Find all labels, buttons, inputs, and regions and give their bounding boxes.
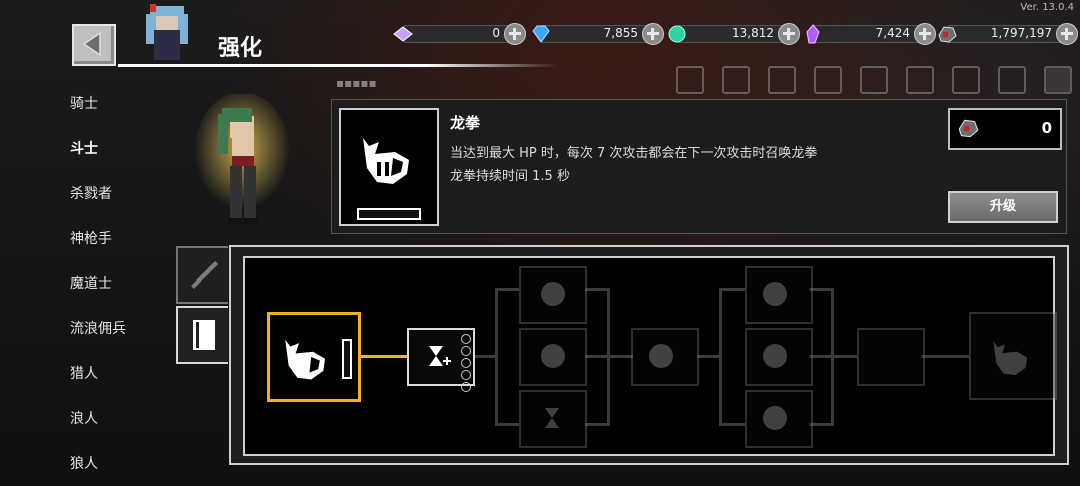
- sidebar-item-ronin[interactable]: 浪人: [70, 408, 98, 428]
- connector-line: [697, 355, 721, 358]
- page-title: 强化: [218, 36, 263, 61]
- skill-info-panel: 龙拳 当达到最大 HP 时，每次 7 次攻击都会在下一次攻击时召唤龙拳 龙拳持续…: [331, 99, 1067, 234]
- book-icon: [193, 320, 215, 350]
- back-arrow-icon: [82, 31, 101, 57]
- connector-line: [495, 423, 519, 426]
- connector-line: [719, 423, 745, 426]
- skill-description-line1: 当达到最大 HP 时，每次 7 次攻击都会在下一次攻击时召唤龙拳: [450, 146, 818, 161]
- skill-locked-icon: [541, 282, 565, 306]
- connector-line: [495, 288, 498, 426]
- ore-icon: [938, 26, 957, 43]
- sidebar-item-knight[interactable]: 骑士: [70, 93, 98, 113]
- sidebar-item-gunner[interactable]: 神枪手: [70, 228, 112, 248]
- connector-line: [473, 355, 497, 358]
- add-ticket-button[interactable]: [504, 23, 526, 45]
- sidebar-item-werewolf[interactable]: 狼人: [70, 453, 98, 473]
- sword-icon: [191, 261, 218, 289]
- connector-line: [361, 355, 407, 358]
- upgrade-cost-box: 0: [948, 108, 1062, 150]
- add-ore-button[interactable]: [1056, 23, 1078, 45]
- sidebar-item-fighter[interactable]: 斗士: [70, 138, 98, 158]
- skill-locked-icon: [649, 344, 673, 368]
- version-label: Ver. 13.0.4: [1020, 2, 1074, 13]
- currency-crystal: 7,424: [802, 23, 936, 45]
- connector-line: [585, 355, 633, 358]
- title-underline: [118, 64, 558, 67]
- sidebar-item-slayer[interactable]: 杀戮者: [70, 183, 112, 203]
- ore-icon: [958, 119, 979, 138]
- sidebar-item-mage[interactable]: 魔道士: [70, 273, 112, 293]
- upgrade-cost-value: 0: [1041, 119, 1052, 137]
- skill-node-locked[interactable]: [745, 266, 813, 324]
- upgrade-button[interactable]: 升级: [948, 191, 1058, 223]
- connector-line: [719, 288, 722, 426]
- skill-locked-icon: [763, 282, 787, 306]
- hourglass-plus-icon: [429, 346, 451, 366]
- skill-node-locked[interactable]: [519, 390, 587, 448]
- hero-portrait-icon: [146, 4, 188, 60]
- skill-preview: [339, 108, 439, 226]
- currency-diamond: 7,855: [530, 23, 664, 45]
- currency-ore: 1,797,197: [936, 23, 1078, 45]
- add-soul-orb-button[interactable]: [778, 23, 800, 45]
- skill-node-locked[interactable]: [519, 328, 587, 386]
- sidebar-item-mercenary[interactable]: 流浪佣兵: [70, 318, 126, 338]
- skill-title: 龙拳: [450, 114, 481, 132]
- hourglass-plus-plus-icon: [545, 408, 559, 428]
- skill-node-duration-plus[interactable]: [407, 328, 475, 392]
- skill-node-locked[interactable]: [519, 266, 587, 324]
- connector-line: [585, 288, 609, 291]
- ticket-icon: [393, 26, 413, 42]
- back-button[interactable]: [72, 24, 116, 66]
- currency-ticket: 0: [392, 23, 526, 45]
- connector-line: [585, 423, 609, 426]
- currency-soul-orb: 13,812: [666, 23, 800, 45]
- tab-skill-book[interactable]: [176, 306, 228, 364]
- dragon-fist-icon: [993, 341, 1028, 376]
- skill-tree-panel: [243, 256, 1057, 456]
- crystal-icon: [806, 24, 820, 44]
- skill-node-final-locked[interactable]: [969, 312, 1057, 400]
- sidebar-item-hunter[interactable]: 猎人: [70, 363, 98, 383]
- background-menu-icons: [676, 66, 1080, 100]
- connector-line: [495, 288, 519, 291]
- add-crystal-button[interactable]: [914, 23, 936, 45]
- skill-locked-icon: [763, 406, 787, 430]
- skill-node-locked[interactable]: [857, 328, 925, 386]
- soul-orb-icon: [668, 25, 686, 43]
- skill-locked-icon: [541, 344, 565, 368]
- connector-line: [809, 355, 857, 358]
- diamond-icon: [532, 25, 550, 43]
- connector-line: [719, 288, 745, 291]
- skill-description-line2: 龙拳持续时间 1.5 秒: [450, 169, 570, 184]
- connector-line: [921, 355, 969, 358]
- skill-node-locked[interactable]: [631, 328, 699, 386]
- dragon-fist-icon: [285, 339, 326, 380]
- faded-section-label: ▪▪▪▪▪: [336, 76, 377, 90]
- moon-icon: [880, 345, 891, 367]
- skill-node-dragon-fist[interactable]: [267, 312, 361, 402]
- tab-weapon[interactable]: [176, 246, 228, 304]
- fighter-character-icon: [194, 94, 290, 224]
- skill-node-locked[interactable]: [745, 328, 813, 386]
- add-diamond-button[interactable]: [642, 23, 664, 45]
- skill-node-locked[interactable]: [745, 390, 813, 448]
- dragon-fist-icon: [363, 138, 409, 184]
- skill-locked-icon: [763, 344, 787, 368]
